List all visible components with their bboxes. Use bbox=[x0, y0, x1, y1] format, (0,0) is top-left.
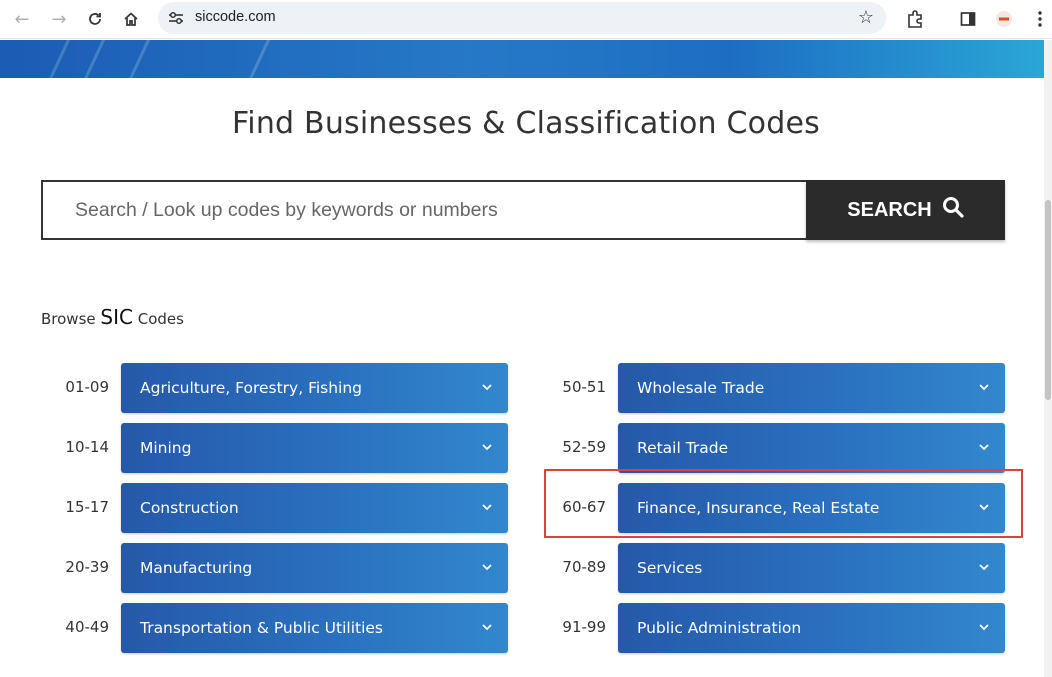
category-label: Finance, Insurance, Real Estate bbox=[637, 499, 880, 517]
search-bar: SEARCH bbox=[41, 180, 1005, 240]
chevron-down-icon bbox=[482, 504, 492, 511]
category-row: 60-67 Finance, Insurance, Real Estate bbox=[556, 483, 1006, 533]
sic-range: 20-39 bbox=[65, 558, 109, 576]
browse-emphasis: SIC bbox=[100, 305, 133, 329]
search-button[interactable]: SEARCH bbox=[806, 180, 1005, 240]
chevron-down-icon bbox=[482, 624, 492, 631]
category-manufacturing[interactable]: Manufacturing bbox=[121, 543, 508, 593]
address-bar[interactable]: siccode.com ☆ bbox=[158, 2, 886, 34]
category-row: 10-14 Mining bbox=[59, 423, 509, 473]
category-label: Construction bbox=[140, 499, 239, 517]
site-info-icon[interactable] bbox=[166, 8, 186, 28]
category-public-administration[interactable]: Public Administration bbox=[618, 603, 1005, 653]
scrollbar-thumb[interactable] bbox=[1045, 200, 1051, 400]
sic-range: 52-59 bbox=[562, 438, 606, 456]
category-label: Manufacturing bbox=[140, 559, 253, 577]
profile-avatar[interactable] bbox=[992, 7, 1016, 31]
category-agriculture[interactable]: Agriculture, Forestry, Fishing bbox=[121, 363, 508, 413]
category-row: 01-09 Agriculture, Forestry, Fishing bbox=[59, 363, 509, 413]
category-label: Retail Trade bbox=[637, 439, 729, 457]
category-label: Agriculture, Forestry, Fishing bbox=[140, 379, 363, 397]
category-label: Services bbox=[637, 559, 703, 577]
category-row: 40-49 Transportation & Public Utilities bbox=[59, 603, 509, 653]
category-row: 70-89 Services bbox=[556, 543, 1006, 593]
category-retail-trade[interactable]: Retail Trade bbox=[618, 423, 1005, 473]
chevron-down-icon bbox=[979, 624, 989, 631]
menu-kebab-icon[interactable] bbox=[1028, 7, 1052, 31]
sic-range: 60-67 bbox=[562, 498, 606, 516]
chevron-down-icon bbox=[482, 384, 492, 391]
page-title: Find Businesses & Classification Codes bbox=[232, 106, 820, 141]
url-text[interactable]: siccode.com bbox=[195, 9, 276, 25]
search-button-label: SEARCH bbox=[847, 198, 932, 221]
category-label: Mining bbox=[140, 439, 192, 457]
extensions-icon[interactable] bbox=[903, 7, 927, 31]
sic-range: 15-17 bbox=[65, 498, 109, 516]
category-mining[interactable]: Mining bbox=[121, 423, 508, 473]
category-row: 91-99 Public Administration bbox=[556, 603, 1006, 653]
category-construction[interactable]: Construction bbox=[121, 483, 508, 533]
hero-banner bbox=[0, 40, 1044, 78]
search-input[interactable] bbox=[41, 180, 836, 240]
sic-range: 70-89 bbox=[562, 558, 606, 576]
browser-toolbar: ← → siccode.com ☆ bbox=[0, 0, 1052, 39]
chevron-down-icon bbox=[979, 564, 989, 571]
home-icon[interactable] bbox=[119, 7, 143, 31]
category-row: 52-59 Retail Trade bbox=[556, 423, 1006, 473]
sic-range: 91-99 bbox=[562, 618, 606, 636]
browse-suffix: Codes bbox=[137, 310, 184, 328]
category-transportation[interactable]: Transportation & Public Utilities bbox=[121, 603, 508, 653]
category-label: Transportation & Public Utilities bbox=[140, 619, 383, 637]
bookmark-star-icon[interactable]: ☆ bbox=[858, 7, 874, 28]
side-panel-icon[interactable] bbox=[956, 7, 980, 31]
category-finance-insurance-real-estate[interactable]: Finance, Insurance, Real Estate bbox=[618, 483, 1005, 533]
chevron-down-icon bbox=[979, 504, 989, 511]
back-icon[interactable]: ← bbox=[10, 7, 34, 31]
browse-heading: Browse SIC Codes bbox=[41, 305, 184, 329]
reload-icon[interactable] bbox=[83, 7, 107, 31]
forward-icon[interactable]: → bbox=[47, 7, 71, 31]
chevron-down-icon bbox=[482, 444, 492, 451]
search-icon bbox=[942, 196, 964, 224]
sic-range: 40-49 bbox=[65, 618, 109, 636]
sic-range: 50-51 bbox=[562, 378, 606, 396]
category-wholesale-trade[interactable]: Wholesale Trade bbox=[618, 363, 1005, 413]
chevron-down-icon bbox=[482, 564, 492, 571]
category-row: 15-17 Construction bbox=[59, 483, 509, 533]
category-label: Public Administration bbox=[637, 619, 802, 637]
chevron-down-icon bbox=[979, 444, 989, 451]
browse-prefix: Browse bbox=[41, 310, 96, 328]
category-row: 20-39 Manufacturing bbox=[59, 543, 509, 593]
category-row: 50-51 Wholesale Trade bbox=[556, 363, 1006, 413]
sic-range: 10-14 bbox=[65, 438, 109, 456]
category-services[interactable]: Services bbox=[618, 543, 1005, 593]
sic-range: 01-09 bbox=[65, 378, 109, 396]
chevron-down-icon bbox=[979, 384, 989, 391]
category-label: Wholesale Trade bbox=[637, 379, 765, 397]
